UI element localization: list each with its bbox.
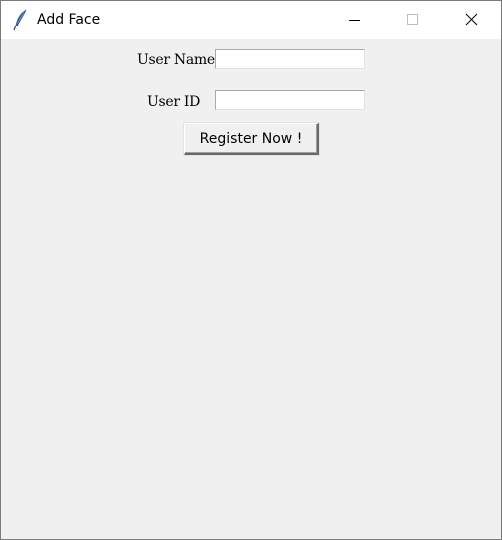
username-input[interactable]	[215, 49, 365, 69]
username-label: User Name	[137, 52, 215, 68]
minimize-button[interactable]	[325, 1, 383, 39]
maximize-button[interactable]	[383, 1, 441, 39]
form-area: User Name User ID Register Now !	[1, 39, 501, 539]
register-button[interactable]: Register Now !	[184, 123, 319, 155]
title-bar[interactable]: Add Face	[1, 1, 501, 39]
window-title: Add Face	[37, 12, 101, 28]
userid-input[interactable]	[215, 90, 365, 110]
feather-icon	[11, 9, 31, 31]
userid-label: User ID	[147, 94, 201, 110]
close-button[interactable]	[443, 1, 501, 39]
app-window: Add Face User Name User ID Register Now …	[0, 0, 502, 540]
